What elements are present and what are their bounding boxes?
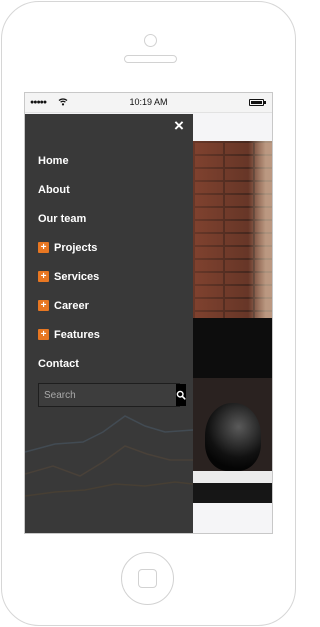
expand-plus-icon[interactable]: + (38, 329, 49, 340)
search-form (38, 383, 186, 407)
hero-bottom-shadow (193, 483, 272, 503)
menu-item-label: About (38, 183, 70, 196)
lamp-base-image (205, 403, 261, 471)
menu-item-our-team[interactable]: Our team (38, 204, 183, 233)
hero-photo (193, 141, 272, 503)
status-bar: ●●●●● 10:19 AM (25, 93, 272, 113)
background-chart-decoration (25, 415, 193, 497)
menu-item-label: Services (54, 270, 100, 283)
battery-icon (249, 99, 266, 106)
speaker-grille (124, 55, 177, 63)
side-menu: × Home About Our team + Projects + Servi… (25, 114, 193, 533)
menu-item-features[interactable]: + Features (38, 320, 183, 349)
battery-level (251, 101, 262, 104)
home-button-icon (138, 569, 157, 588)
menu-item-label: Contact (38, 357, 79, 370)
menu-list: Home About Our team + Projects + Service… (38, 146, 183, 378)
menu-item-label: Features (54, 328, 100, 341)
menu-item-label: Projects (54, 241, 98, 254)
menu-item-services[interactable]: + Services (38, 262, 183, 291)
menu-item-home[interactable]: Home (38, 146, 183, 175)
status-time: 10:19 AM (129, 97, 168, 107)
menu-item-career[interactable]: + Career (38, 291, 183, 320)
lamp-shade-image (193, 318, 272, 378)
menu-item-label: Career (54, 299, 89, 312)
camera (144, 34, 157, 47)
menu-item-label: Our team (38, 212, 87, 225)
menu-item-contact[interactable]: Contact (38, 349, 183, 378)
search-button[interactable] (176, 384, 186, 406)
table-image (193, 471, 272, 483)
expand-plus-icon[interactable]: + (38, 242, 49, 253)
close-menu-button[interactable]: × (171, 117, 187, 134)
menu-item-projects[interactable]: + Projects (38, 233, 183, 262)
home-button[interactable] (121, 552, 174, 605)
search-input[interactable] (39, 384, 176, 406)
expand-plus-icon[interactable]: + (38, 271, 49, 282)
light-overlay (193, 141, 272, 318)
phone-screen: ●●●●● 10:19 AM × Home About Our team + P… (24, 92, 273, 534)
menu-item-label: Home (38, 154, 69, 167)
search-icon (176, 390, 186, 400)
expand-plus-icon[interactable]: + (38, 300, 49, 311)
menu-item-about[interactable]: About (38, 175, 183, 204)
